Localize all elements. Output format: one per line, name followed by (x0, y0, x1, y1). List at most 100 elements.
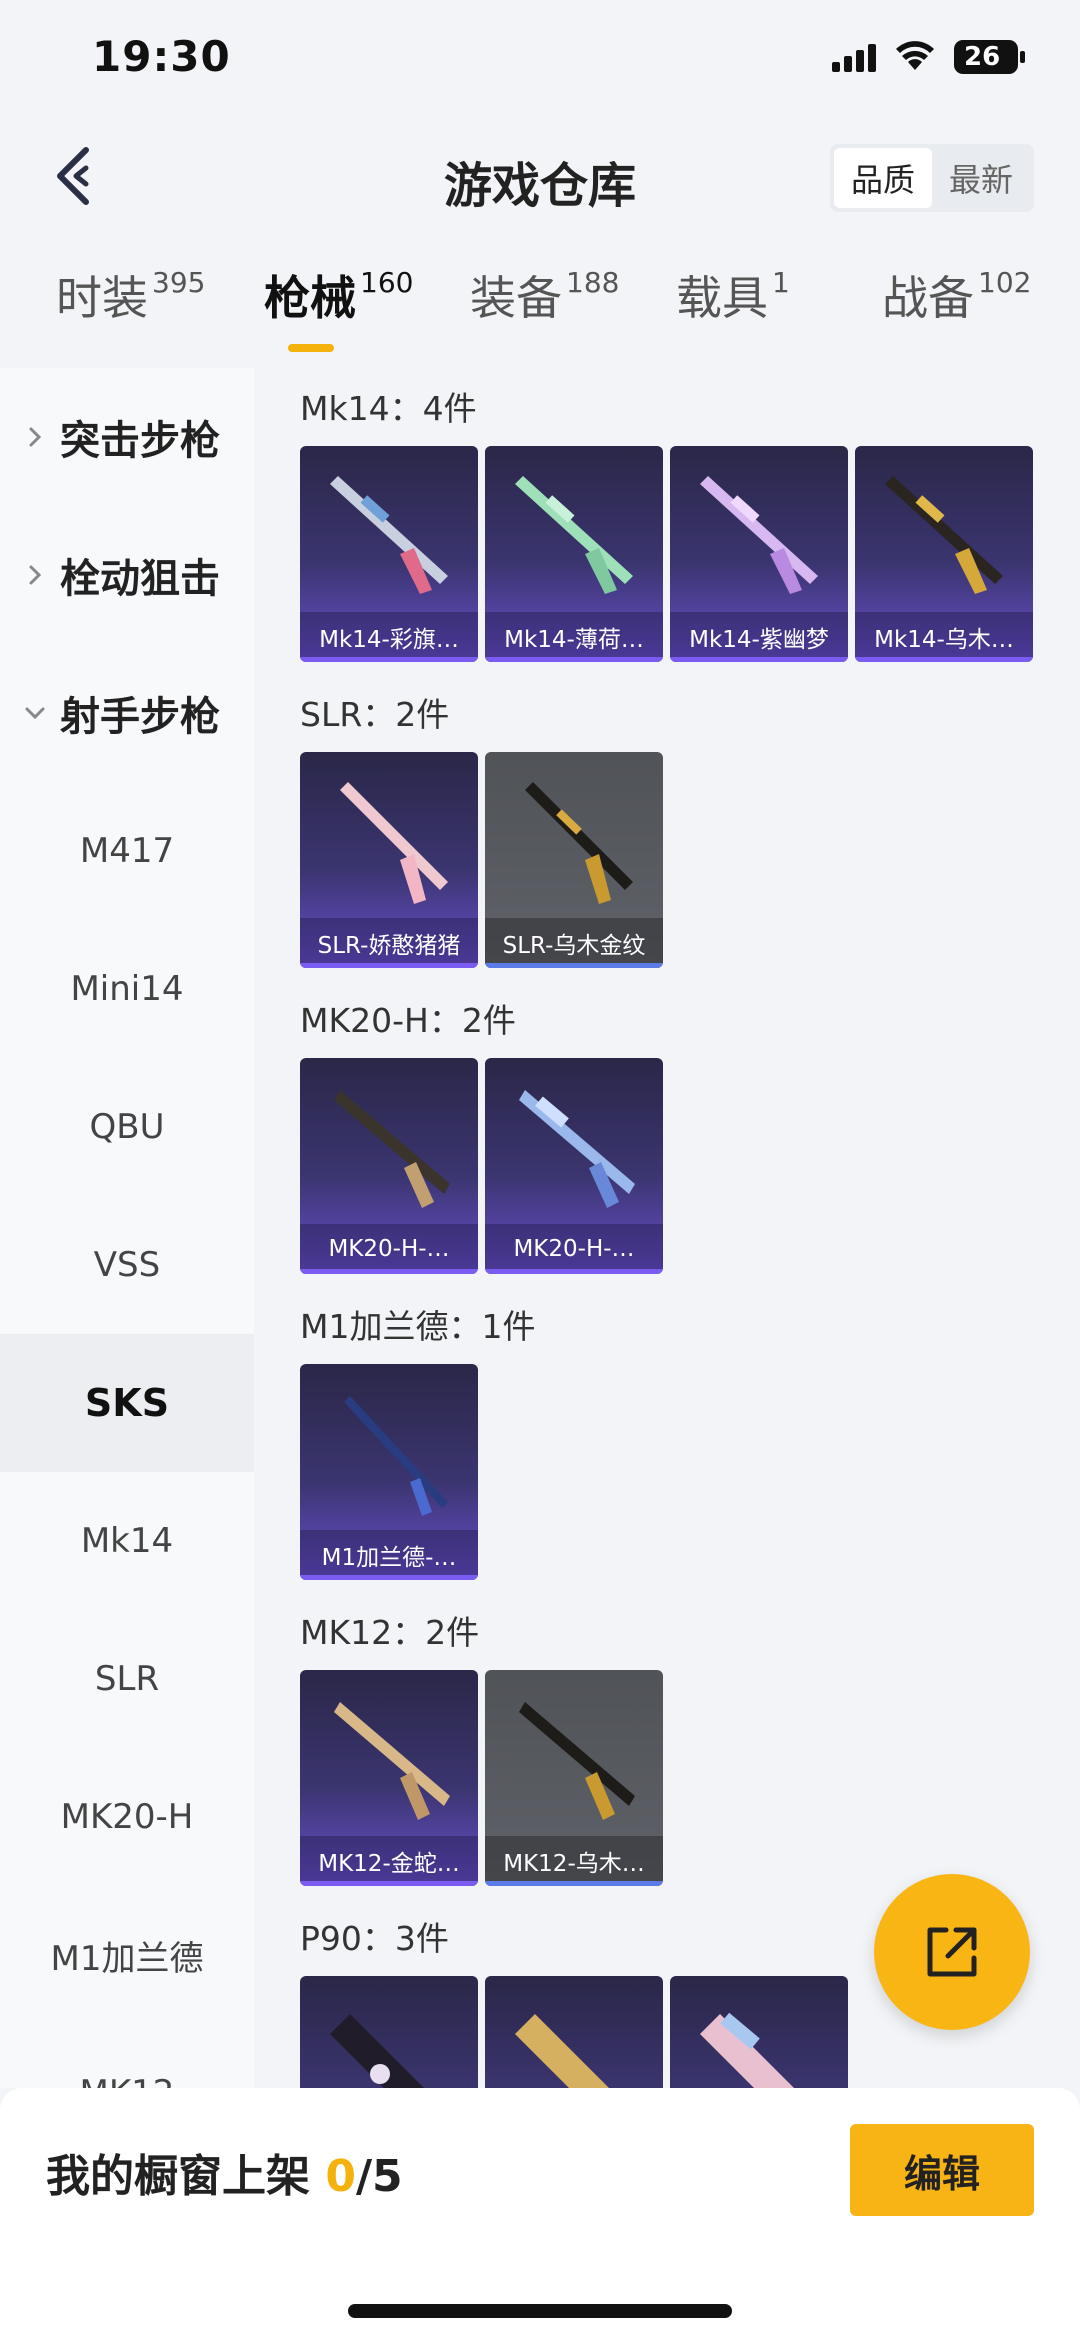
sidebar-item-label: MK12 (80, 2073, 175, 2088)
group-title-p90: P90：3件 (300, 1919, 449, 1958)
tab-label: 枪械 (264, 271, 356, 325)
weapon-card[interactable]: MK12-金蛇… (300, 1670, 478, 1886)
rifle-icon (885, 476, 1003, 594)
smg-icon (515, 2014, 609, 2088)
weapon-name: MK20-H-… (328, 1236, 450, 1262)
status-time: 19:30 (92, 32, 231, 81)
tab-count: 1 (772, 266, 790, 299)
sidebar-item-label: VSS (93, 1245, 161, 1285)
sidebar-item-label: SKS (84, 1381, 170, 1425)
showcase-current-count: 0 (325, 2151, 356, 2202)
sidebar-category-bolt-sniper[interactable]: 栓动狙击 (0, 506, 254, 644)
rifle-icon (525, 782, 633, 904)
rifle-icon (700, 476, 818, 594)
weapon-card[interactable]: SLR-乌木金纹 (485, 752, 663, 968)
sidebar: 突击步枪 栓动狙击 射手步枪 M417 Mini14 QBU VSS SKS M… (0, 368, 254, 2088)
sidebar-item-label: QBU (89, 1107, 165, 1147)
group-title-m1-garand: M1加兰德：1件 (300, 1307, 536, 1346)
active-tab-indicator (288, 344, 334, 352)
sidebar-item-mk12[interactable]: MK12 (0, 2024, 254, 2088)
rifle-icon (334, 1090, 450, 1208)
category-tabs: 时装 395 枪械 160 装备 188 载具 1 战备 102 (0, 262, 1080, 362)
sidebar-item-mk14[interactable]: Mk14 (0, 1472, 254, 1610)
sidebar-item-mini14[interactable]: Mini14 (0, 920, 254, 1058)
weapon-card[interactable]: Mk14-薄荷… (485, 446, 663, 662)
sidebar-item-m1-garand[interactable]: M1加兰德 (0, 1886, 254, 2024)
weapon-name: Mk14-乌木… (874, 627, 1014, 653)
showcase-total: /5 (355, 2151, 403, 2202)
rifle-icon (344, 1396, 448, 1516)
weapon-card[interactable]: SLR-娇憨猪猪 (300, 752, 478, 968)
sidebar-category-label: 射手步枪 (60, 694, 220, 740)
sidebar-category-marksman-rifle[interactable]: 射手步枪 (0, 644, 254, 782)
share-button[interactable] (874, 1874, 1030, 2030)
tab-count: 395 (152, 266, 206, 299)
chevron-right-icon (29, 565, 42, 585)
weapon-card[interactable] (300, 1976, 478, 2088)
sidebar-item-label: Mini14 (70, 969, 184, 1009)
chevron-down-icon (25, 707, 45, 720)
tab-equipment[interactable]: 装备 188 (470, 262, 619, 362)
tab-fashion[interactable]: 时装 395 (56, 262, 205, 362)
tab-vehicles[interactable]: 载具 1 (676, 262, 790, 362)
sort-option-newest[interactable]: 最新 (932, 148, 1030, 208)
sidebar-item-label: MK20-H (60, 1797, 194, 1837)
weapon-name: SLR-乌木金纹 (502, 933, 646, 959)
weapon-list: Mk14：4件 Mk14-彩旗… Mk14-薄荷… Mk14-紫幽梦 Mk14-… (254, 368, 1080, 2088)
showcase-label: 我的橱窗上架 (46, 2151, 310, 2202)
sort-option-quality[interactable]: 品质 (834, 148, 932, 208)
weapon-name: Mk14-薄荷… (504, 627, 644, 653)
sidebar-item-vss[interactable]: VSS (0, 1196, 254, 1334)
home-indicator (348, 2304, 732, 2318)
tab-label: 载具 (676, 271, 768, 325)
sort-toggle: 品质 最新 (830, 144, 1034, 212)
rifle-icon (515, 476, 633, 594)
sidebar-item-label: M1加兰德 (50, 1938, 204, 1979)
weapon-card[interactable]: Mk14-乌木… (855, 446, 1033, 662)
weapon-card[interactable]: M1加兰德-… (300, 1364, 478, 1580)
weapon-card[interactable]: MK12-乌木… (485, 1670, 663, 1886)
weapon-name: MK12-乌木… (503, 1851, 645, 1877)
header: 游戏仓库 品质 最新 (0, 120, 1080, 240)
wifi-icon (896, 41, 934, 70)
signal-icon (832, 44, 876, 72)
sidebar-item-mk20h[interactable]: MK20-H (0, 1748, 254, 1886)
smg-icon (330, 2014, 424, 2088)
group-title-mk20h: MK20-H：2件 (300, 1001, 516, 1040)
share-icon (927, 1927, 977, 1977)
sidebar-category-label: 栓动狙击 (60, 556, 220, 602)
battery-icon: 26 (954, 40, 1026, 74)
weapon-card[interactable]: Mk14-彩旗… (300, 446, 478, 662)
sidebar-category-label: 突击步枪 (60, 418, 220, 464)
weapon-card[interactable]: MK20-H-… (300, 1058, 478, 1274)
sidebar-item-m417[interactable]: M417 (0, 782, 254, 920)
tab-firearms[interactable]: 枪械 160 (264, 262, 413, 362)
bottom-bar: 我的橱窗上架 0/5 编辑 (0, 2088, 1080, 2339)
tab-label: 装备 (470, 271, 562, 325)
weapon-name: M1加兰德-… (321, 1545, 457, 1571)
weapon-card[interactable] (670, 1976, 848, 2088)
sidebar-category-assault-rifle[interactable]: 突击步枪 (0, 368, 254, 506)
weapon-name: Mk14-彩旗… (319, 627, 459, 653)
rifle-icon (519, 1702, 635, 1820)
rifle-icon (340, 782, 448, 904)
chevron-right-icon (29, 427, 42, 447)
sidebar-item-qbu[interactable]: QBU (0, 1058, 254, 1196)
tab-count: 102 (978, 266, 1032, 299)
battery-level: 26 (964, 42, 1001, 72)
weapon-card[interactable]: MK20-H-… (485, 1058, 663, 1274)
tab-label: 时装 (56, 271, 148, 325)
tab-label: 战备 (882, 271, 974, 325)
edit-button[interactable]: 编辑 (850, 2124, 1034, 2216)
weapon-card[interactable] (485, 1976, 663, 2088)
weapon-card[interactable]: Mk14-紫幽梦 (670, 446, 848, 662)
sidebar-item-label: Mk14 (80, 1521, 174, 1561)
smg-icon (700, 2012, 794, 2088)
group-title-mk12: MK12：2件 (300, 1613, 480, 1652)
sidebar-item-sks[interactable]: SKS (0, 1334, 254, 1472)
sidebar-item-slr[interactable]: SLR (0, 1610, 254, 1748)
sidebar-item-label: SLR (94, 1659, 160, 1699)
weapon-name: Mk14-紫幽梦 (689, 627, 829, 653)
tab-supplies[interactable]: 战备 102 (882, 262, 1031, 362)
group-title-mk14: Mk14：4件 (300, 389, 477, 428)
